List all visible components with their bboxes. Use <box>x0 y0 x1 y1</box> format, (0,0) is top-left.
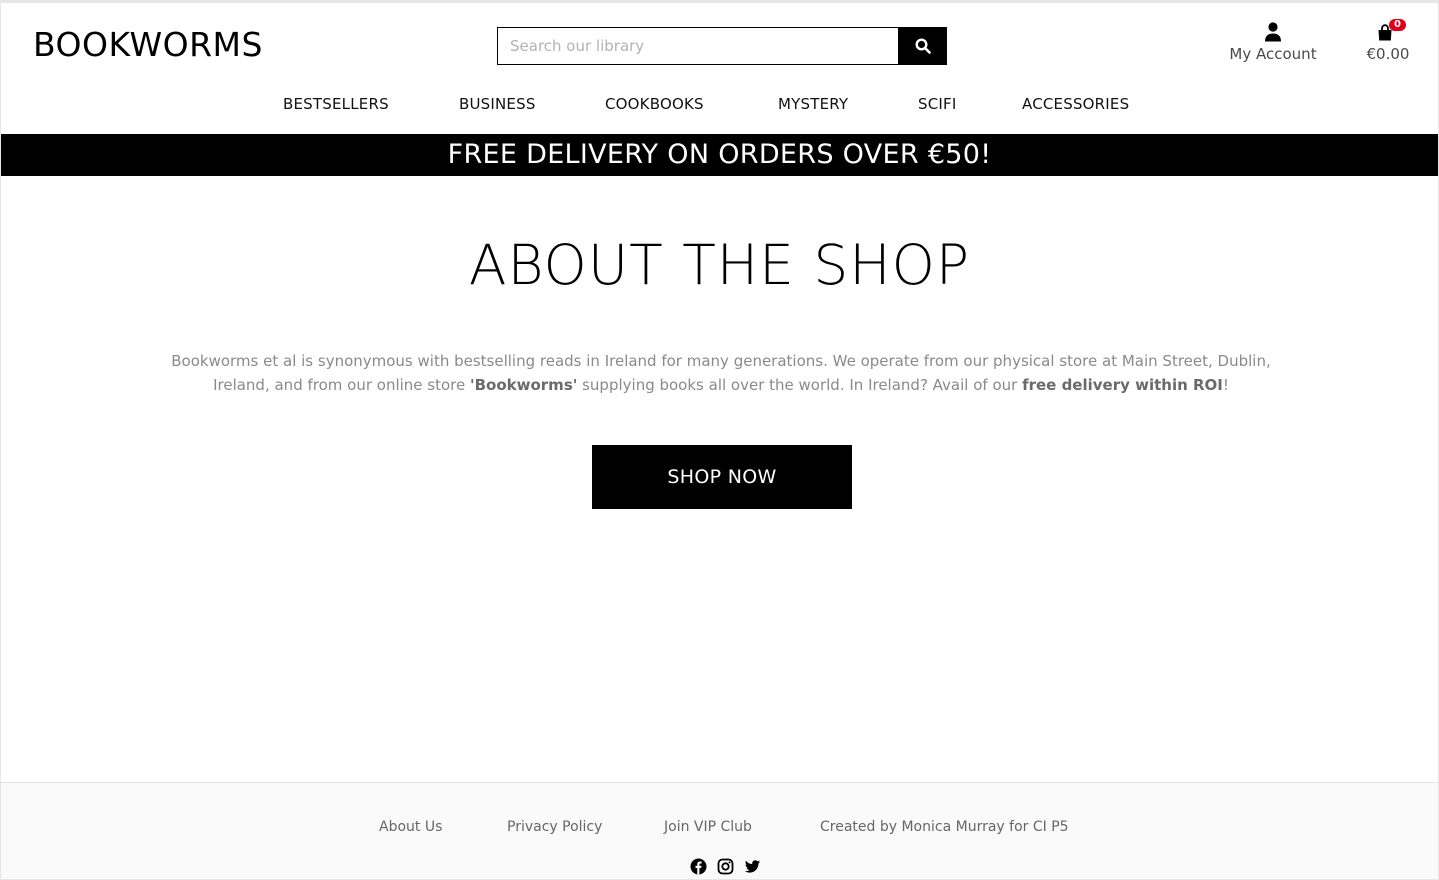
facebook-icon[interactable] <box>690 858 707 875</box>
my-account-label: My Account <box>1229 45 1317 63</box>
shopping-bag-link[interactable]: 0 €0.00 <box>1361 19 1415 63</box>
nav-item-accessories[interactable]: ACCESSORIES <box>1022 95 1129 113</box>
nav-item-bestsellers[interactable]: BESTSELLERS <box>283 95 389 113</box>
search-icon <box>914 38 931 54</box>
nav-item-mystery[interactable]: MYSTERY <box>778 95 848 113</box>
search-input[interactable] <box>497 27 898 65</box>
footer-link-about-us[interactable]: About Us <box>379 819 442 835</box>
shop-now-button[interactable]: SHOP NOW <box>592 445 852 509</box>
page-frame: BOOKWORMS My Account 0 €0.00 BESTSELLERS <box>0 0 1439 880</box>
delivery-banner: FREE DELIVERY ON ORDERS OVER €50! <box>1 134 1438 176</box>
twitter-icon[interactable] <box>744 858 761 875</box>
social-links <box>690 858 761 875</box>
page-title: ABOUT THE SHOP <box>468 233 971 297</box>
nav-item-cookbooks[interactable]: COOKBOOKS <box>605 95 704 113</box>
search-form <box>497 27 947 65</box>
about-description: Bookworms et al is synonymous with bests… <box>171 349 1271 397</box>
user-icon <box>1265 22 1281 42</box>
about-text-free-delivery: free delivery within ROI <box>1022 376 1223 394</box>
about-text-part2: supplying books all over the world. In I… <box>577 376 1023 394</box>
about-text-part3: ! <box>1222 376 1229 394</box>
cart-count-badge: 0 <box>1389 19 1406 31</box>
cart-total: €0.00 <box>1366 45 1410 63</box>
about-text-store-name: 'Bookworms' <box>470 376 578 394</box>
footer-link-join-vip-club[interactable]: Join VIP Club <box>664 819 752 835</box>
footer-credit: Created by Monica Murray for CI P5 <box>820 819 1069 835</box>
main-nav: BESTSELLERS BUSINESS COOKBOOKS MYSTERY S… <box>1 95 1438 117</box>
nav-item-scifi[interactable]: SCIFI <box>918 95 956 113</box>
nav-item-business[interactable]: BUSINESS <box>459 95 536 113</box>
footer-link-privacy-policy[interactable]: Privacy Policy <box>507 819 602 835</box>
my-account-link[interactable]: My Account <box>1221 22 1325 63</box>
site-logo[interactable]: BOOKWORMS <box>33 27 263 63</box>
instagram-icon[interactable] <box>717 858 734 875</box>
search-button[interactable] <box>898 27 947 65</box>
site-footer: About Us Privacy Policy Join VIP Club Cr… <box>1 782 1438 879</box>
bag-icon-wrap: 0 <box>1377 19 1406 42</box>
